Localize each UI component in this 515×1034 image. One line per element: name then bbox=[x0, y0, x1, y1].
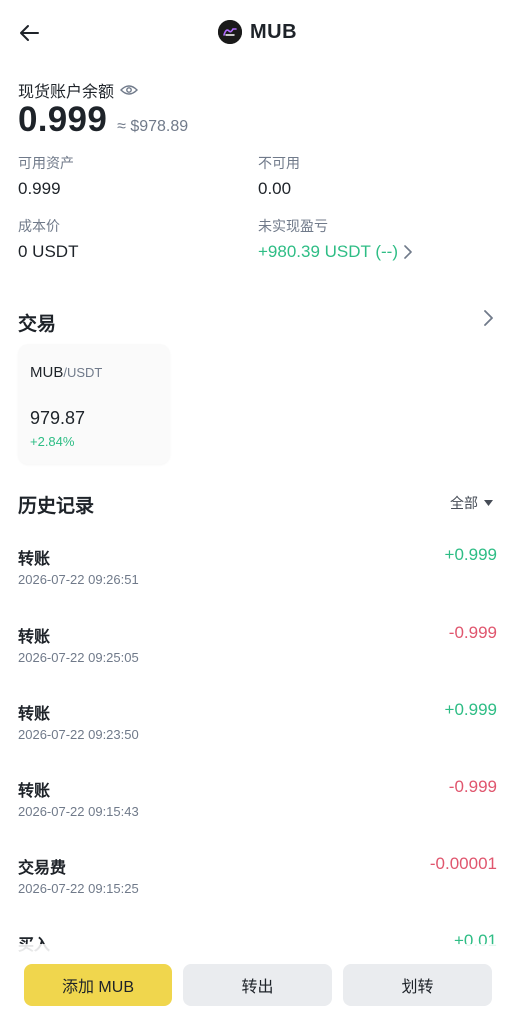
transfer-button[interactable]: 划转 bbox=[343, 964, 492, 1006]
history-filter-dropdown[interactable]: 全部 bbox=[450, 493, 493, 513]
cost-value: 0 USDT bbox=[18, 242, 79, 261]
add-mub-button[interactable]: 添加 MUB bbox=[24, 964, 172, 1006]
history-item[interactable]: 转账 2026-07-22 09:15:43 -0.999 bbox=[18, 777, 497, 827]
history-item[interactable]: 交易费 2026-07-22 09:15:25 -0.00001 bbox=[18, 854, 497, 904]
pnl-label: 未实现盈亏 bbox=[258, 218, 328, 234]
history-item-time: 2026-07-22 09:23:50 bbox=[18, 727, 139, 742]
page-title: MUB bbox=[249, 20, 298, 43]
history-item[interactable]: 转账 2026-07-22 09:23:50 +0.999 bbox=[18, 700, 497, 750]
history-item-amount: -0.00001 bbox=[429, 854, 497, 873]
pair-name: MUB/USDT bbox=[30, 364, 102, 381]
pnl-link[interactable]: +980.39 USDT (--) bbox=[258, 242, 412, 262]
history-item[interactable]: 转账 2026-07-22 09:25:05 -0.999 bbox=[18, 623, 497, 673]
balance-fiat: ≈ $978.89 bbox=[117, 118, 189, 135]
balance-label: 现货账户余额 bbox=[18, 84, 115, 101]
pair-base: MUB bbox=[30, 364, 64, 381]
header: MUB bbox=[0, 0, 515, 66]
trading-pair-card[interactable]: MUB/USDT 979.87 +2.84% bbox=[18, 344, 170, 464]
history-item-type: 转账 bbox=[18, 629, 51, 646]
balance-row: 0.999 ≈ $978.89 bbox=[18, 100, 188, 140]
pair-quote: /USDT bbox=[63, 365, 103, 380]
history-item-time: 2026-07-22 09:15:25 bbox=[18, 881, 139, 896]
chevron-right-icon bbox=[404, 245, 412, 259]
history-section-title: 历史记录 bbox=[18, 496, 95, 517]
history-item-amount: +0.999 bbox=[444, 700, 497, 719]
pair-change: +2.84% bbox=[30, 434, 75, 449]
mub-logo-icon bbox=[217, 20, 242, 44]
eye-icon[interactable] bbox=[120, 84, 139, 96]
history-item[interactable]: 转账 2026-07-22 09:26:51 +0.999 bbox=[18, 545, 497, 595]
history-item-amount: +0.999 bbox=[444, 545, 497, 564]
chevron-right-icon[interactable] bbox=[484, 310, 493, 326]
history-item-time: 2026-07-22 09:26:51 bbox=[18, 572, 139, 587]
history-item-type: 转账 bbox=[18, 551, 51, 568]
history-item-type: 转账 bbox=[18, 783, 51, 800]
history-item-amount: -0.999 bbox=[448, 623, 497, 642]
history-item-amount: -0.999 bbox=[448, 777, 497, 796]
withdraw-button[interactable]: 转出 bbox=[183, 964, 332, 1006]
available-label: 可用资产 bbox=[18, 155, 74, 171]
balance-label-row: 现货账户余额 bbox=[18, 78, 139, 102]
history-item-type: 交易费 bbox=[18, 860, 67, 877]
history-item-time: 2026-07-22 09:15:43 bbox=[18, 804, 139, 819]
trade-section-title: 交易 bbox=[18, 314, 57, 335]
history-item-type: 转账 bbox=[18, 706, 51, 723]
caret-down-icon bbox=[484, 500, 493, 506]
cost-label: 成本价 bbox=[18, 218, 60, 234]
filter-label: 全部 bbox=[450, 495, 478, 511]
unavailable-label: 不可用 bbox=[258, 155, 300, 171]
pnl-value: +980.39 USDT (--) bbox=[258, 242, 398, 261]
available-value: 0.999 bbox=[18, 179, 61, 198]
balance-amount: 0.999 bbox=[18, 100, 108, 139]
unavailable-value: 0.00 bbox=[258, 179, 292, 198]
history-item-time: 2026-07-22 09:25:05 bbox=[18, 650, 139, 665]
pair-price: 979.87 bbox=[30, 408, 86, 428]
page-title-group: MUB bbox=[0, 20, 515, 44]
